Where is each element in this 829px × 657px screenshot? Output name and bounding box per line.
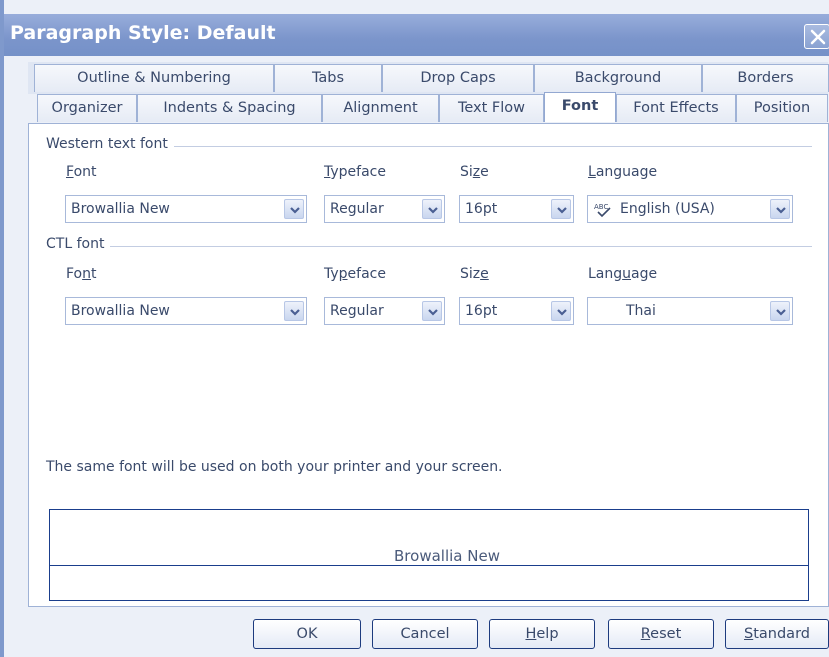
chevron-down-icon <box>290 207 300 214</box>
close-icon <box>810 29 826 45</box>
chevron-down-icon <box>776 309 786 316</box>
close-button[interactable] <box>804 24 829 49</box>
chevron-down-icon <box>557 207 567 214</box>
printer-screen-note: The same font will be used on both your … <box>46 459 503 475</box>
ctl-size-select[interactable]: 16pt <box>459 297 574 325</box>
tab-font-effects[interactable]: Font Effects <box>616 94 736 122</box>
tab-alignment[interactable]: Alignment <box>322 94 439 122</box>
cancel-button[interactable]: Cancel <box>372 619 478 649</box>
tab-outline-numbering[interactable]: Outline & Numbering <box>34 64 274 92</box>
dialog-title: Paragraph Style: Default <box>10 22 276 44</box>
dropdown-arrow[interactable] <box>770 301 790 321</box>
ctl-language-value: Thai <box>626 303 656 319</box>
help-button[interactable]: Help <box>489 619 595 649</box>
western-language-select[interactable]: ABC English (USA) <box>587 195 793 223</box>
chevron-down-icon <box>428 309 438 316</box>
dropdown-arrow[interactable] <box>770 199 790 219</box>
reset-button[interactable]: Reset <box>608 619 714 649</box>
tab-drop-caps[interactable]: Drop Caps <box>382 64 534 92</box>
tab-text-flow[interactable]: Text Flow <box>439 94 544 122</box>
tab-organizer[interactable]: Organizer <box>37 94 137 122</box>
western-font-label-rest: ont <box>73 164 97 180</box>
title-bar[interactable]: Paragraph Style: Default <box>4 14 829 56</box>
western-size-value: 16pt <box>465 201 498 217</box>
chevron-down-icon <box>557 309 567 316</box>
western-language-value: English (USA) <box>620 201 715 217</box>
ctl-typeface-value: Regular <box>330 303 384 319</box>
dropdown-arrow[interactable] <box>422 199 442 219</box>
preview-text: Browallia New <box>394 547 500 565</box>
ctl-size-label: Size <box>460 266 489 282</box>
dropdown-arrow[interactable] <box>422 301 442 321</box>
western-language-label: Language <box>588 164 658 180</box>
western-size-select[interactable]: 16pt <box>459 195 574 223</box>
tab-borders[interactable]: Borders <box>702 64 829 92</box>
ctl-group-line <box>46 246 812 247</box>
western-typeface-value: Regular <box>330 201 384 217</box>
western-font-select[interactable]: Browallia New <box>65 195 307 223</box>
tab-font[interactable]: Font <box>544 92 616 122</box>
western-size-label: Size <box>460 164 489 180</box>
paragraph-style-dialog: Paragraph Style: Default Outline & Numbe… <box>0 0 829 657</box>
dropdown-arrow[interactable] <box>551 301 571 321</box>
dropdown-arrow[interactable] <box>284 199 304 219</box>
ctl-size-value: 16pt <box>465 303 498 319</box>
font-preview: Browallia New <box>49 509 809 601</box>
western-font-value: Browallia New <box>71 201 170 217</box>
chevron-down-icon <box>776 207 786 214</box>
ctl-typeface-label: Typeface <box>324 266 386 282</box>
preview-baseline <box>50 565 808 566</box>
dropdown-arrow[interactable] <box>284 301 304 321</box>
ctl-group-label: CTL font <box>46 236 111 252</box>
ctl-font-label: Font <box>66 266 97 282</box>
ok-button[interactable]: OK <box>253 619 361 649</box>
ctl-language-select[interactable]: Thai <box>587 297 793 325</box>
chevron-down-icon <box>428 207 438 214</box>
western-typeface-label: Typeface <box>324 164 386 180</box>
ctl-font-select[interactable]: Browallia New <box>65 297 307 325</box>
standard-button[interactable]: Standard <box>725 619 829 649</box>
dropdown-arrow[interactable] <box>551 199 571 219</box>
tab-background[interactable]: Background <box>534 64 702 92</box>
western-font-label: Font <box>66 164 97 180</box>
spellcheck-abc-icon: ABC <box>594 203 611 218</box>
tab-position[interactable]: Position <box>736 94 828 122</box>
ctl-typeface-select[interactable]: Regular <box>324 297 445 325</box>
western-group-label: Western text font <box>46 136 174 152</box>
tab-tabs[interactable]: Tabs <box>274 64 382 92</box>
western-typeface-select[interactable]: Regular <box>324 195 445 223</box>
chevron-down-icon <box>290 309 300 316</box>
svg-text:ABC: ABC <box>594 203 608 211</box>
tab-indents-spacing[interactable]: Indents & Spacing <box>137 94 322 122</box>
ctl-font-value: Browallia New <box>71 303 170 319</box>
ctl-language-label: Language <box>588 266 658 282</box>
